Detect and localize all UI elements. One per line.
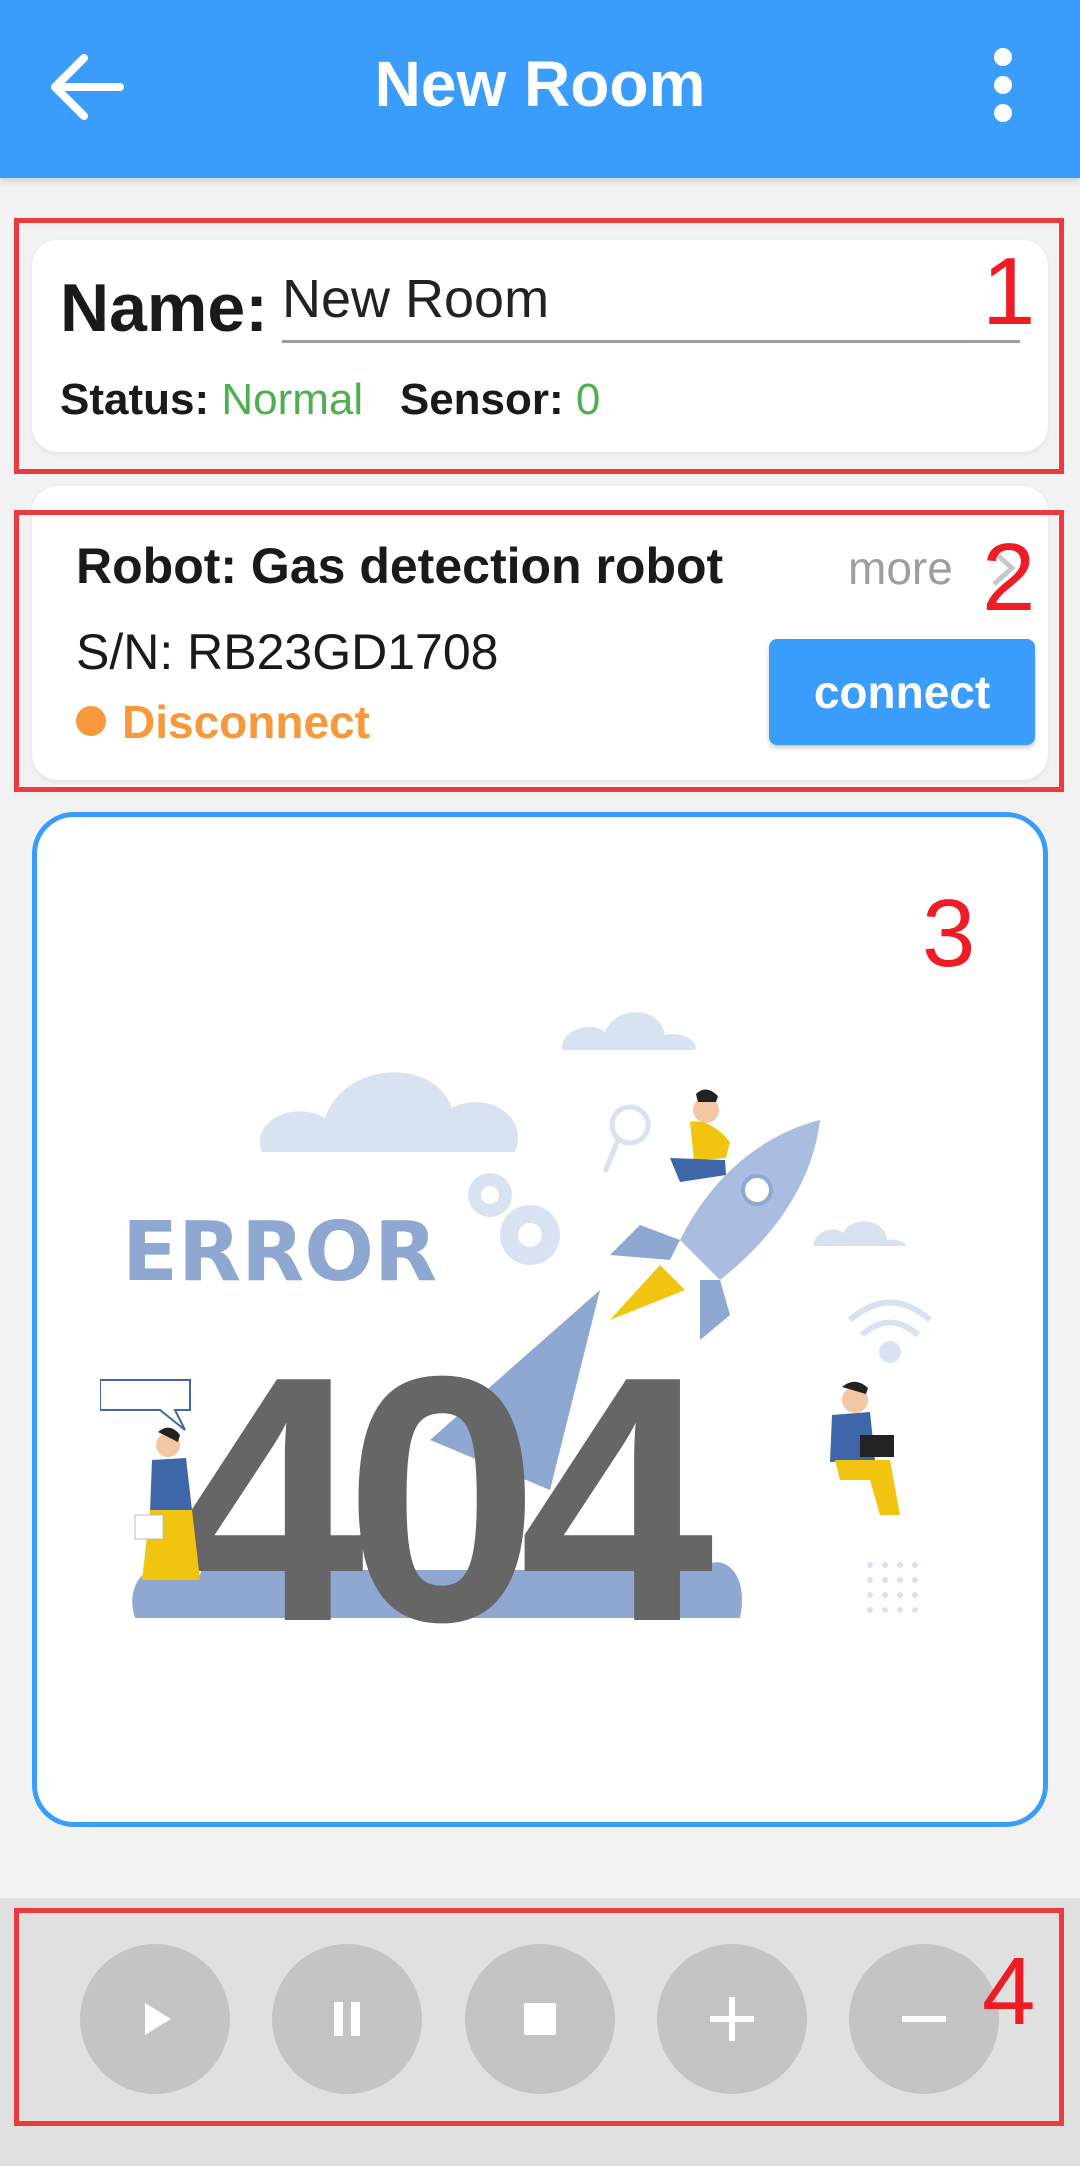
cloud-shape <box>561 1012 696 1050</box>
dots-decoration <box>867 1562 918 1613</box>
error-404-illustration: ERROR 404 <box>100 1012 932 1630</box>
magnifier-icon <box>602 1104 651 1173</box>
annotation-number: 1 <box>982 238 1036 345</box>
annotation-box-2 <box>14 510 1064 792</box>
error-code: 404 <box>170 1304 716 1630</box>
person-left <box>100 1379 200 1580</box>
person-on-rocket <box>670 1089 730 1182</box>
page-title: New Room <box>374 48 706 120</box>
error-heading: ERROR <box>122 1205 437 1300</box>
gears-icon <box>468 1173 560 1265</box>
cloud-shape <box>813 1221 907 1246</box>
more-vertical-icon[interactable] <box>968 40 1038 130</box>
person-right <box>830 1381 900 1515</box>
wifi-icon <box>848 1299 932 1363</box>
annotation-number: 3 <box>922 880 976 987</box>
annotation-number: 4 <box>982 1938 1036 2045</box>
annotation-box-1 <box>14 218 1064 474</box>
annotation-box-4 <box>14 1908 1064 2126</box>
cloud-shape <box>260 1072 518 1152</box>
annotation-number: 2 <box>982 524 1036 631</box>
app-bar: New Room <box>0 0 1080 178</box>
